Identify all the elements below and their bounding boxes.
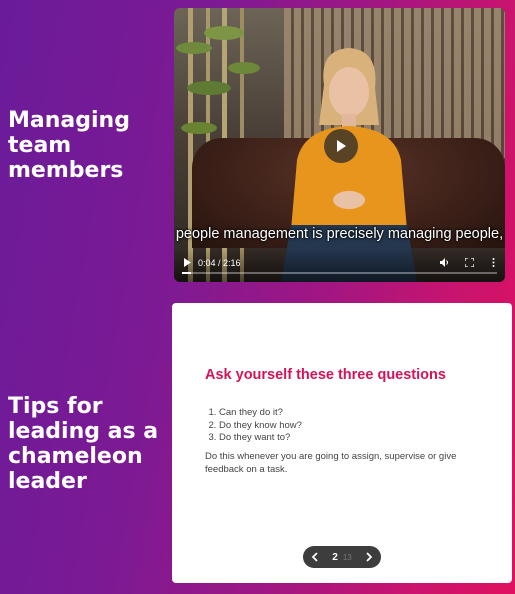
pager-total-pages: 13 [342,552,352,562]
video-player[interactable]: people management is precisely managing … [174,8,505,282]
video-controls: 0:04 / 2:16 [174,248,505,282]
card-pager: 2 13 [303,546,381,568]
chevron-left-icon[interactable] [311,552,318,562]
section-title-chameleon-leader-tips: Tips for leading as a chameleon leader [8,394,159,494]
list-item: Can they do it? [219,407,302,420]
play-icon [337,140,346,152]
video-caption: people management is precisely managing … [175,226,504,242]
section-title-managing-team-members: Managing team members [8,108,130,183]
list-item: Do they know how? [219,420,302,433]
video-time: 0:04 / 2:16 [198,258,241,268]
card-body-text: Do this whenever you are going to assign… [205,451,457,475]
video-progress-fill [182,272,192,274]
pager-current-page: 2 [332,551,338,563]
tips-card: Ask yourself these three questions Can t… [172,303,512,583]
fullscreen-icon[interactable] [465,258,474,267]
list-item: Do they want to? [219,432,302,445]
card-heading: Ask yourself these three questions [205,367,446,383]
question-list: Can they do it? Do they know how? Do the… [205,407,302,445]
chevron-right-icon[interactable] [366,552,373,562]
play-icon[interactable] [183,258,191,267]
play-button[interactable] [324,129,358,163]
video-progress-bar[interactable] [182,272,497,274]
more-options-icon[interactable] [492,258,495,267]
volume-icon[interactable] [440,258,450,267]
